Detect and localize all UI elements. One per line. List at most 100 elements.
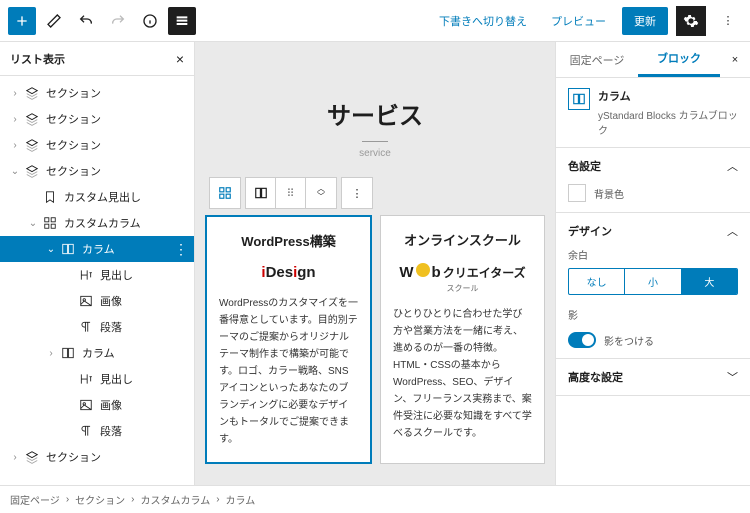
- breadcrumb-item[interactable]: カスタムカラム: [141, 492, 211, 507]
- layers-icon: [24, 449, 40, 465]
- color-panel-head[interactable]: 色設定︿: [568, 158, 738, 174]
- card-logo: Wbクリエイターズ: [393, 263, 532, 281]
- heading-icon: [78, 371, 94, 387]
- column-button[interactable]: [246, 178, 276, 208]
- column-2[interactable]: オンラインスクール Wbクリエイターズ スクール ひとりひとりに合わせた学び方や…: [380, 215, 545, 464]
- color-panel: 色設定︿ 背景色: [556, 148, 750, 213]
- layers-icon: [24, 137, 40, 153]
- toolbar-right: 下書きへ切り替え プレビュー 更新 ⋮: [431, 6, 742, 36]
- tree-label: 画像: [100, 293, 122, 309]
- chevron-icon: ›: [6, 114, 24, 125]
- card-body: ひとりひとりに合わせた学び方や営業方法を一緒に考え、進めるのが一番の特徴。HTM…: [393, 306, 532, 442]
- image-icon: [78, 293, 94, 309]
- columns-block: WordPress構築 iDesign WordPressのカスタマイズを一番得…: [205, 215, 545, 464]
- tree-label: セクション: [46, 137, 101, 153]
- seg-small[interactable]: 小: [625, 269, 681, 294]
- color-swatch: [568, 184, 586, 202]
- tree-item[interactable]: 見出し⋮: [0, 366, 194, 392]
- shadow-toggle[interactable]: [568, 332, 596, 348]
- image-icon: [78, 397, 94, 413]
- design-panel: デザイン︿ 余白 なし 小 大 影 影をつける: [556, 213, 750, 359]
- switch-draft-button[interactable]: 下書きへ切り替え: [431, 7, 535, 35]
- tree-label: 画像: [100, 397, 122, 413]
- add-block-button[interactable]: [8, 7, 36, 35]
- shadow-label: 影: [568, 307, 738, 322]
- tree-item[interactable]: カスタム見出し⋮: [0, 184, 194, 210]
- item-more-icon[interactable]: ⋮: [174, 241, 188, 258]
- tree-label: カスタムカラム: [64, 215, 141, 231]
- preview-button[interactable]: プレビュー: [543, 7, 614, 35]
- chevron-icon: ⌄: [6, 166, 24, 177]
- layers-icon: [24, 111, 40, 127]
- tree-item[interactable]: 画像⋮: [0, 288, 194, 314]
- breadcrumb-sep: ›: [216, 494, 219, 505]
- block-more-button[interactable]: ⋮: [342, 178, 372, 208]
- breadcrumb-sep: ›: [66, 494, 69, 505]
- bookmark-icon: [42, 189, 58, 205]
- tree-item[interactable]: ⌄セクション⋮: [0, 158, 194, 184]
- info-button[interactable]: [136, 7, 164, 35]
- block-type-button[interactable]: [210, 178, 240, 208]
- column-icon: [60, 241, 76, 257]
- tree-item[interactable]: 段落⋮: [0, 418, 194, 444]
- breadcrumb-item[interactable]: カラム: [226, 492, 256, 507]
- list-view-close[interactable]: ×: [176, 51, 184, 67]
- tree-item[interactable]: ⌄カスタムカラム⋮: [0, 210, 194, 236]
- shadow-toggle-label: 影をつける: [604, 333, 654, 348]
- column-icon: [568, 88, 590, 110]
- seg-large[interactable]: 大: [682, 269, 737, 294]
- para-icon: [78, 319, 94, 335]
- tree-item[interactable]: 段落⋮: [0, 314, 194, 340]
- layers-icon: [24, 163, 40, 179]
- tree-label: セクション: [46, 449, 101, 465]
- tree-item[interactable]: 画像⋮: [0, 392, 194, 418]
- bg-color-row[interactable]: 背景色: [568, 184, 738, 202]
- card-body: WordPressのカスタマイズを一番得意としています。目的別テーマのご提案から…: [219, 295, 358, 448]
- tab-page[interactable]: 固定ページ: [556, 42, 638, 77]
- tree-label: セクション: [46, 85, 101, 101]
- tree-label: 段落: [100, 319, 122, 335]
- advanced-panel-head[interactable]: 高度な設定﹀: [568, 369, 738, 385]
- breadcrumb-item[interactable]: 固定ページ: [10, 492, 60, 507]
- tree-item[interactable]: ›セクション⋮: [0, 80, 194, 106]
- page-subtitle: service: [205, 148, 545, 159]
- tree-label: セクション: [46, 163, 101, 179]
- tab-block[interactable]: ブロック: [638, 42, 720, 77]
- move-buttons[interactable]: ︿﹀: [306, 178, 336, 208]
- list-view-panel: リスト表示 × ›セクション⋮›セクション⋮›セクション⋮⌄セクション⋮カスタム…: [0, 42, 195, 485]
- tree-item[interactable]: ›セクション⋮: [0, 106, 194, 132]
- top-toolbar: 下書きへ切り替え プレビュー 更新 ⋮: [0, 0, 750, 42]
- tree-item[interactable]: ⌄カラム⋮: [0, 236, 194, 262]
- grid-icon: [42, 215, 58, 231]
- tree-label: カラム: [82, 241, 115, 257]
- settings-button[interactable]: [676, 6, 706, 36]
- tree-label: セクション: [46, 111, 101, 127]
- tree-item[interactable]: ›カラム⋮: [0, 340, 194, 366]
- toolbar-left: [8, 7, 196, 35]
- tree-item[interactable]: ›セクション⋮: [0, 132, 194, 158]
- block-toolbar: ⠿ ︿﹀ ⋮: [209, 177, 545, 209]
- tree-item[interactable]: 見出し⋮: [0, 262, 194, 288]
- drag-handle[interactable]: ⠿: [276, 178, 306, 208]
- tree-label: 見出し: [100, 267, 133, 283]
- redo-button[interactable]: [104, 7, 132, 35]
- breadcrumb-sep: ›: [131, 494, 134, 505]
- chevron-icon: ›: [42, 348, 60, 359]
- chevron-icon: ›: [6, 140, 24, 151]
- undo-button[interactable]: [72, 7, 100, 35]
- margin-label: 余白: [568, 247, 738, 262]
- sidebar-close[interactable]: ×: [720, 42, 750, 77]
- design-panel-head[interactable]: デザイン︿: [568, 223, 738, 239]
- card-title: WordPress構築: [219, 231, 358, 250]
- list-view-title: リスト表示: [10, 51, 65, 67]
- update-button[interactable]: 更新: [622, 7, 668, 35]
- more-menu-button[interactable]: ⋮: [714, 7, 742, 35]
- tree-item[interactable]: ›セクション⋮: [0, 444, 194, 470]
- list-view-toggle[interactable]: [168, 7, 196, 35]
- column-1[interactable]: WordPress構築 iDesign WordPressのカスタマイズを一番得…: [205, 215, 372, 464]
- seg-none[interactable]: なし: [569, 269, 625, 294]
- column-icon: [60, 345, 76, 361]
- card-logo: iDesign: [219, 264, 358, 281]
- breadcrumb-item[interactable]: セクション: [75, 492, 125, 507]
- edit-icon[interactable]: [40, 7, 68, 35]
